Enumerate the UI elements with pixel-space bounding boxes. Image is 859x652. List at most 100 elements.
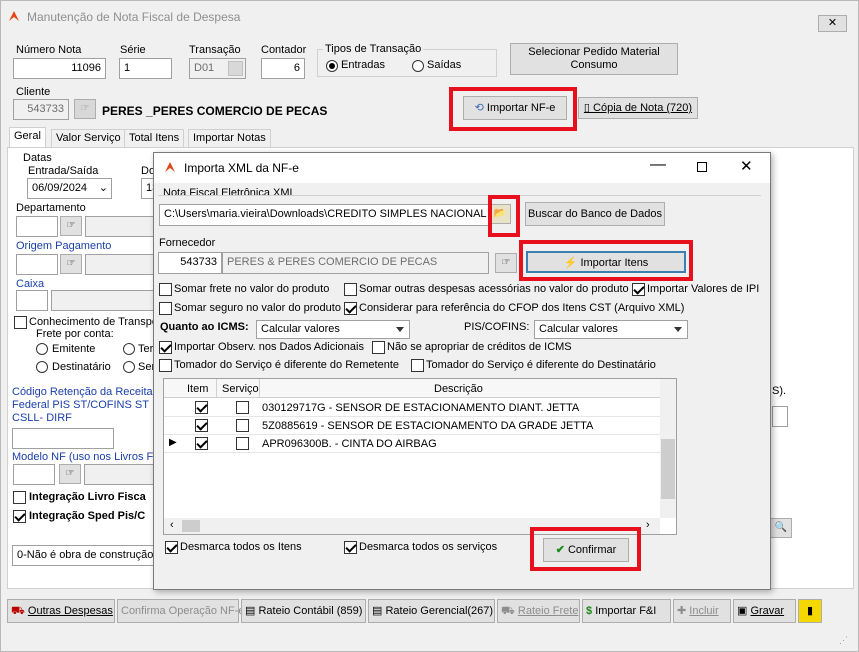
tab-valor-servico[interactable]: Valor Serviço (51, 129, 126, 148)
origem-pagamento-field[interactable] (16, 254, 58, 275)
search-icon[interactable]: 🔍 (770, 518, 792, 538)
vertical-scrollbar[interactable] (660, 379, 676, 518)
codigo-retencao-label: Código Retenção da Receita (12, 386, 153, 398)
tab-total-itens[interactable]: Total Itens (124, 129, 185, 148)
transacao-select[interactable]: D01 (189, 58, 246, 79)
tab-geral[interactable]: Geral (9, 127, 46, 148)
tomador-destinatario-checkbox[interactable] (411, 359, 424, 372)
data-entrada-field[interactable]: 06/09/2024 ⌄ (27, 178, 112, 199)
importar-obs-checkbox[interactable] (159, 341, 172, 354)
integracao-livro-checkbox[interactable] (13, 491, 26, 504)
confirma-operacao-button[interactable]: Confirma Operação NF-e (117, 599, 245, 623)
serie-field[interactable]: 1 (119, 58, 172, 79)
nao-apropriar-checkbox[interactable] (372, 341, 385, 354)
horizontal-scrollbar[interactable]: ‹ › (164, 518, 660, 534)
obra-select[interactable]: 0-Não é obra de construção c (12, 545, 154, 566)
entradas-radio[interactable] (326, 60, 338, 72)
incluir-button[interactable]: ✚ Incluir (673, 599, 731, 623)
right-field[interactable] (772, 406, 788, 427)
considerar-cfop-checkbox[interactable] (344, 302, 357, 315)
importar-fi-button[interactable]: $ Importar F&I (582, 599, 671, 623)
buscar-banco-button[interactable]: Buscar do Banco de Dados (525, 202, 665, 226)
close-icon[interactable]: ✕ (740, 157, 753, 175)
codigo-retencao-field[interactable] (12, 428, 114, 449)
somar-seguro-checkbox[interactable] (159, 302, 172, 315)
cliente-codigo-field[interactable]: 543733 (13, 99, 69, 120)
copia-nota-button[interactable]: ▯ Cópia de Nota (720) (578, 97, 698, 119)
confirmar-button[interactable]: ✔ Confirmar (543, 538, 629, 562)
desmarca-servicos-checkbox[interactable] (344, 541, 357, 554)
saidas-radio[interactable] (412, 60, 424, 72)
rateio-contabil-button[interactable]: ▤ Rateio Contábil (859) (241, 599, 366, 623)
rateio-gerencial-label: Rateio Gerencial(267) (385, 605, 494, 617)
s-paren-text: S). (772, 385, 787, 397)
somar-outras-checkbox[interactable] (344, 283, 357, 296)
plus-icon: ✚ (677, 605, 690, 617)
importar-nfe-button[interactable]: ⟲ Importar NF-e (463, 96, 567, 120)
pis-select[interactable]: Calcular valores (534, 320, 688, 339)
modelo-nf-field[interactable] (13, 464, 55, 485)
row-servico-checkbox[interactable] (236, 401, 249, 414)
maximize-icon[interactable] (697, 162, 707, 172)
col-servico-header[interactable]: Serviço (222, 383, 259, 395)
caixa-desc (51, 290, 155, 311)
ter-radio[interactable] (123, 343, 135, 355)
hand-pointer-icon[interactable]: ☞ (60, 216, 82, 236)
scroll-right-icon[interactable]: › (646, 519, 650, 531)
chevron-down-icon: ⌄ (98, 182, 108, 194)
gravar-button[interactable]: ▣ Gravar (733, 599, 796, 623)
hand-pointer-icon[interactable]: ☞ (74, 99, 96, 119)
row-item-checkbox[interactable] (195, 437, 208, 450)
selecionar-pedido-button[interactable]: Selecionar Pedido Material Consumo (510, 43, 678, 75)
tab-importar-notas[interactable]: Importar Notas (188, 129, 271, 148)
table-row[interactable]: ▶ APR096300B. - CINTA DO AIRBAG (164, 435, 660, 453)
importar-itens-label: Importar Itens (580, 257, 649, 269)
outras-despesas-button[interactable]: ⛟ Outras Despesas (7, 599, 115, 623)
contador-field[interactable]: 6 (261, 58, 305, 79)
caixa-label[interactable]: Caixa (16, 278, 44, 290)
col-descricao-header[interactable]: Descrição (434, 383, 483, 395)
integracao-livro-label: Integração Livro Fisca (29, 491, 146, 503)
minimize-icon[interactable]: — (650, 156, 666, 174)
col-item-header[interactable]: Item (187, 383, 208, 395)
emitente-radio[interactable] (36, 343, 48, 355)
hand-pointer-icon[interactable]: ☞ (60, 254, 82, 274)
folder-open-icon[interactable]: 📂 (489, 204, 511, 224)
close-button[interactable]: ✕ (818, 15, 847, 32)
sem-radio[interactable] (123, 361, 135, 373)
scroll-thumb[interactable] (661, 439, 675, 499)
desmarca-itens-checkbox[interactable] (165, 541, 178, 554)
items-grid: Item Serviço Descrição 030129717G - SENS… (163, 378, 677, 535)
integracao-sped-checkbox[interactable] (13, 510, 26, 523)
row-descricao: 030129717G - SENSOR DE ESTACIONAMENTO DI… (262, 402, 580, 414)
row-servico-checkbox[interactable] (236, 437, 249, 450)
departamento-field[interactable] (16, 216, 58, 237)
rateio-frete-button[interactable]: ⛟ Rateio Frete (497, 599, 580, 623)
row-item-checkbox[interactable] (195, 401, 208, 414)
col-divider (259, 379, 260, 398)
table-row[interactable]: 030129717G - SENSOR DE ESTACIONAMENTO DI… (164, 399, 660, 417)
conhecimento-checkbox[interactable] (14, 316, 27, 329)
row-descricao: APR096300B. - CINTA DO AIRBAG (262, 438, 437, 450)
destinatario-radio[interactable] (36, 361, 48, 373)
nfe-path-field[interactable]: C:\Users\maria.vieira\Downloads\CREDITO … (159, 204, 489, 226)
somar-frete-checkbox[interactable] (159, 283, 172, 296)
ter-label: Ter (138, 343, 154, 355)
scroll-left-icon[interactable]: ‹ (170, 519, 174, 531)
numero-nota-field[interactable]: 11096 (13, 58, 106, 79)
hand-pointer-icon[interactable]: ☞ (59, 464, 81, 484)
importar-itens-button[interactable]: ⚡ Importar Itens (526, 251, 686, 273)
rateio-gerencial-button[interactable]: ▤ Rateio Gerencial(267) (368, 599, 495, 623)
table-row[interactable]: 5Z0885619 - SENSOR DE ESTACIONAMENTO DA … (164, 417, 660, 435)
row-item-checkbox[interactable] (195, 419, 208, 432)
caixa-field[interactable] (16, 290, 48, 311)
importar-ipi-checkbox[interactable] (632, 283, 645, 296)
hand-pointer-icon[interactable]: ☞ (495, 253, 517, 273)
exit-door-icon[interactable]: ▮ (798, 599, 822, 623)
fornecedor-codigo-field[interactable]: 543733 (158, 252, 222, 274)
scroll-thumb[interactable] (182, 520, 200, 532)
icms-select[interactable]: Calcular valores (256, 320, 410, 339)
tomador-remetente-checkbox[interactable] (159, 359, 172, 372)
row-servico-checkbox[interactable] (236, 419, 249, 432)
origem-pagamento-label[interactable]: Origem Pagamento (16, 240, 111, 252)
